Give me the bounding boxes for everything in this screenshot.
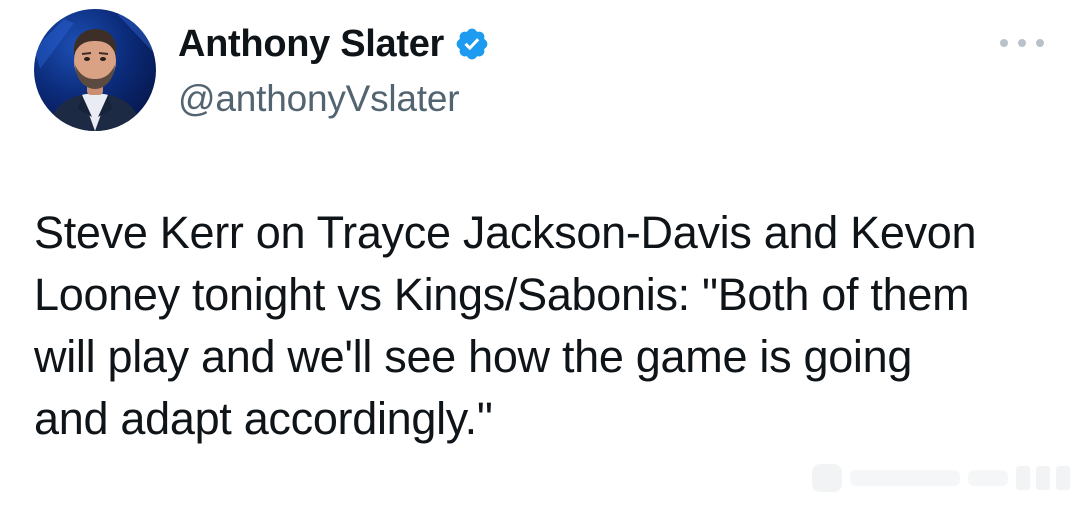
- author-display-name[interactable]: Anthony Slater: [178, 23, 444, 66]
- avatar[interactable]: [34, 9, 156, 131]
- more-dot: [1018, 39, 1026, 47]
- watermark-logo-icon: [812, 464, 1070, 492]
- author-info: Anthony Slater @anthonyVslater: [178, 18, 490, 120]
- name-row: Anthony Slater: [178, 18, 490, 70]
- tweet-card: Anthony Slater @anthonyVslater Steve Ker…: [0, 0, 1080, 506]
- verified-badge-icon[interactable]: [454, 26, 490, 62]
- more-options-icon[interactable]: [1000, 30, 1044, 56]
- tweet-text: Steve Kerr on Trayce Jackson-Davis and K…: [34, 207, 977, 444]
- author-handle[interactable]: @anthonyVslater: [178, 78, 490, 120]
- more-dot: [1000, 39, 1008, 47]
- avatar-portrait-icon: [34, 9, 156, 131]
- more-dot: [1036, 39, 1044, 47]
